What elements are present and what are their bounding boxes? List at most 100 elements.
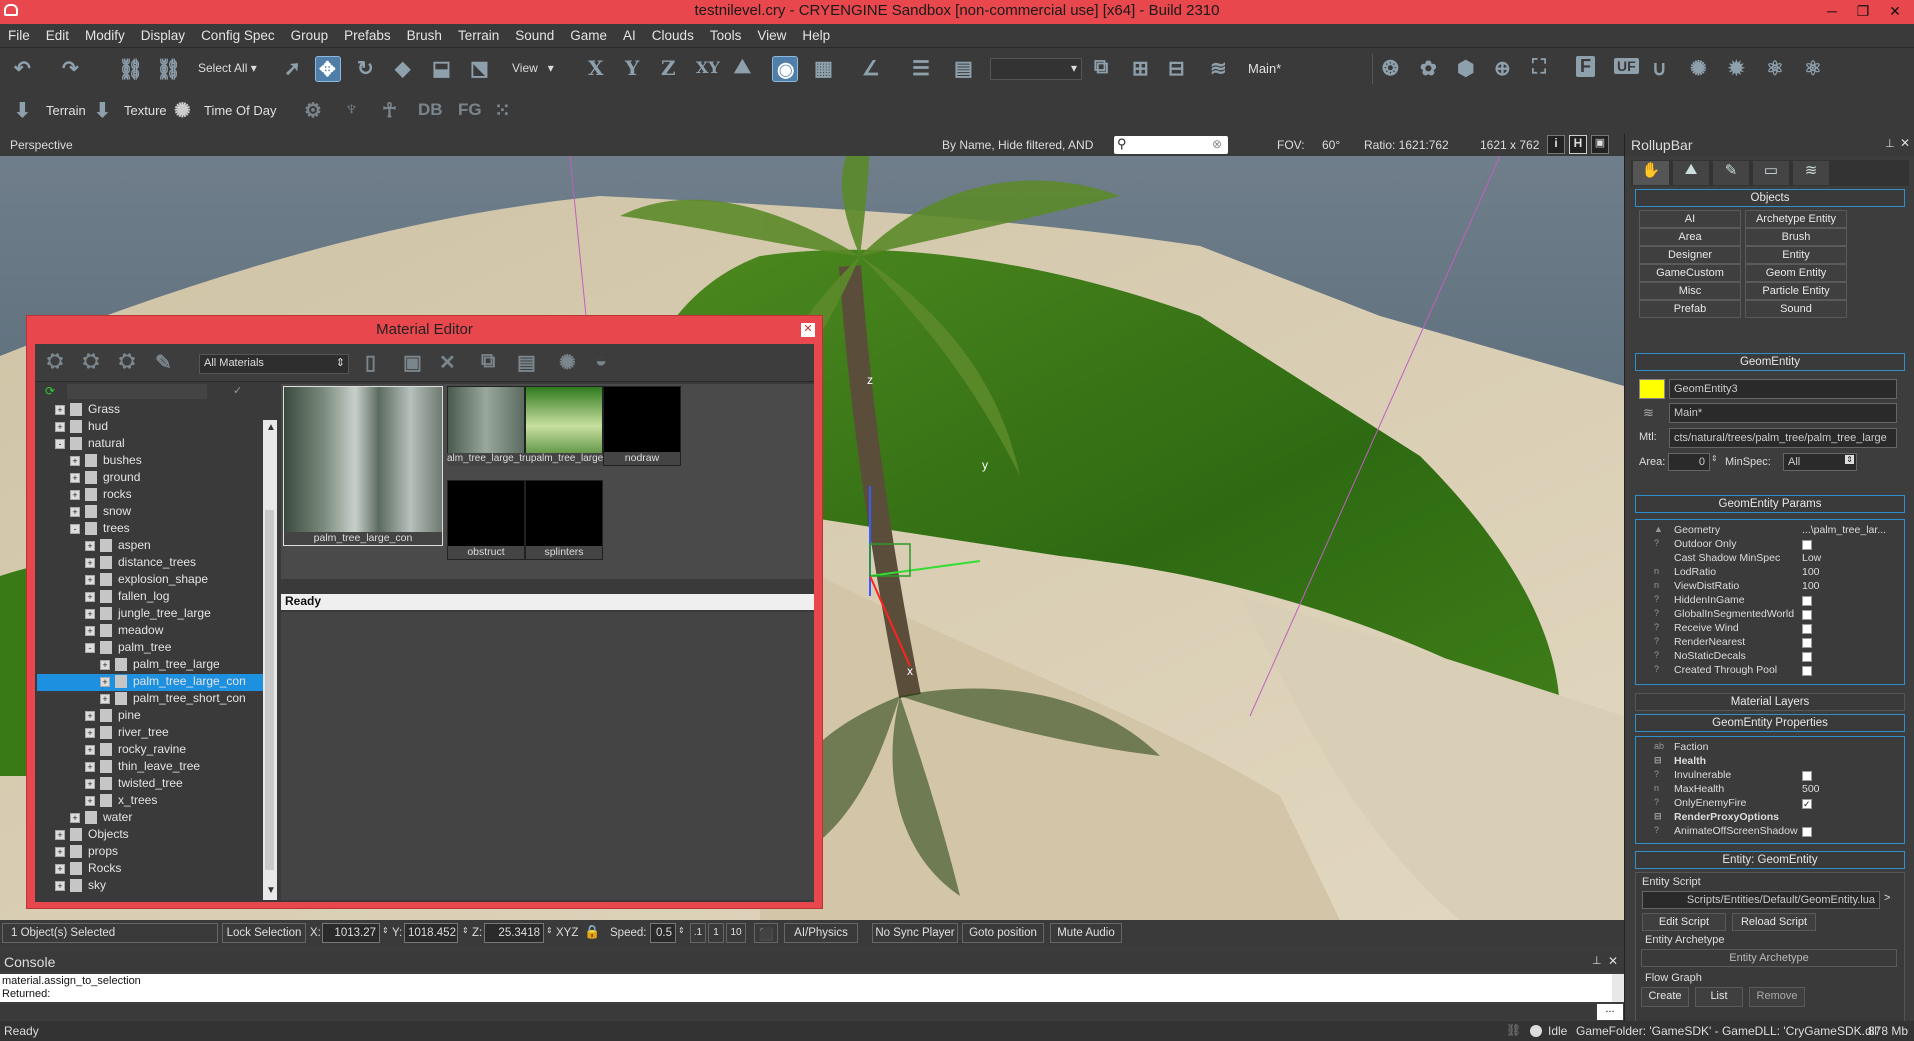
vehicle-icon[interactable]: ⬢ bbox=[1457, 56, 1474, 81]
entity-script-field[interactable]: Scripts/Entities/Default/GeomEntity.lua bbox=[1642, 891, 1880, 909]
tree-scrollbar[interactable]: ▲ ▼ bbox=[263, 420, 277, 900]
tree-item[interactable]: + palm_tree_short_con bbox=[37, 691, 263, 708]
link-icon[interactable]: ⛓ bbox=[118, 57, 143, 82]
pin-icon[interactable]: ⊥ bbox=[1885, 137, 1895, 150]
spin-icon[interactable]: ⇕ bbox=[382, 926, 389, 935]
tree-item[interactable]: + palm_tree_large bbox=[37, 657, 263, 674]
lock-icon[interactable]: 🔒 bbox=[584, 924, 600, 940]
tree-item[interactable]: + hud bbox=[37, 419, 263, 436]
axis-z-button[interactable]: Z bbox=[661, 56, 676, 80]
property-row[interactable]: ? AnimateOffScreenShadow bbox=[1640, 825, 1902, 839]
texture-button[interactable]: Texture bbox=[124, 103, 167, 118]
object-button-archetype-entity[interactable]: Archetype Entity bbox=[1745, 210, 1847, 228]
expand-icon[interactable]: + bbox=[55, 863, 65, 874]
resolution-label[interactable]: 1621 x 762 bbox=[1480, 138, 1539, 152]
select-arrow-icon[interactable]: ➚ bbox=[284, 56, 301, 81]
property-row[interactable]: ? OnlyEnemyFire ✓ bbox=[1640, 797, 1902, 811]
axis-xy-button[interactable]: XY bbox=[696, 58, 720, 77]
speed-10-button[interactable]: 10 bbox=[726, 923, 746, 943]
property-row[interactable]: ? GlobalInSegmentedWorld bbox=[1640, 608, 1902, 622]
refresh-icon[interactable]: ⟳ bbox=[45, 384, 55, 398]
info-button[interactable]: i bbox=[1547, 135, 1565, 154]
console-close-icon[interactable]: ✕ bbox=[1608, 954, 1618, 968]
expand-icon[interactable]: + bbox=[100, 676, 110, 687]
area-spinbox[interactable]: 0 bbox=[1668, 453, 1710, 471]
property-row[interactable]: ? RenderNearest bbox=[1640, 636, 1902, 650]
no-sync-player-button[interactable]: No Sync Player bbox=[872, 923, 958, 943]
menu-sound[interactable]: Sound bbox=[507, 24, 562, 43]
reload-script-button[interactable]: Reload Script bbox=[1732, 913, 1816, 931]
property-value[interactable]: 100 bbox=[1802, 566, 1820, 578]
layers-icon[interactable]: ≋ bbox=[1210, 56, 1227, 81]
maximize-viewport-icon[interactable]: ▣ bbox=[1591, 135, 1609, 154]
material-thumb[interactable]: obstruct bbox=[447, 480, 525, 560]
property-row[interactable]: n LodRatio 100 bbox=[1640, 566, 1902, 580]
collapse-icon[interactable]: - bbox=[55, 438, 65, 449]
undo-icon[interactable]: ↶ bbox=[14, 56, 31, 81]
menu-modify[interactable]: Modify bbox=[77, 24, 133, 43]
expand-icon[interactable]: + bbox=[85, 744, 95, 755]
property-row[interactable]: Cast Shadow MinSpec Low bbox=[1640, 552, 1902, 566]
menu-group[interactable]: Group bbox=[283, 24, 337, 43]
property-checkbox[interactable] bbox=[1802, 827, 1812, 837]
minimize-button[interactable]: ─ bbox=[1817, 0, 1847, 24]
object-button-misc[interactable]: Misc bbox=[1639, 282, 1741, 300]
layer-combo[interactable]: ▾ bbox=[990, 58, 1082, 80]
minspec-combo[interactable]: All ⇕ bbox=[1783, 453, 1857, 471]
expand-icon[interactable]: + bbox=[85, 710, 95, 721]
menu-terrain[interactable]: Terrain bbox=[450, 24, 507, 43]
expand-icon[interactable]: + bbox=[55, 404, 65, 415]
tree-item-selected[interactable]: + palm_tree_large_con bbox=[37, 674, 263, 691]
tree-item[interactable]: + props bbox=[37, 844, 263, 861]
rotate-icon[interactable]: ↻ bbox=[357, 56, 374, 81]
import-icon[interactable]: ⊞ bbox=[1132, 56, 1149, 81]
property-checkbox[interactable] bbox=[1802, 666, 1812, 676]
menu-view[interactable]: View bbox=[749, 24, 794, 43]
snap-icon[interactable]: ⬔ bbox=[470, 56, 489, 81]
object-button-sound[interactable]: Sound bbox=[1745, 300, 1847, 318]
property-row[interactable]: ab Faction bbox=[1640, 741, 1902, 755]
object-button-particle-entity[interactable]: Particle Entity bbox=[1745, 282, 1847, 300]
expand-icon[interactable]: + bbox=[85, 574, 95, 585]
flowgraph-list-button[interactable]: List bbox=[1695, 987, 1743, 1007]
flowgraph-f-button[interactable]: F bbox=[1576, 56, 1595, 77]
menu-config-spec[interactable]: Config Spec bbox=[193, 24, 283, 43]
menu-tools[interactable]: Tools bbox=[702, 24, 750, 43]
tree-item[interactable]: + aspen bbox=[37, 538, 263, 555]
y-coordinate-field[interactable]: 1018.452 bbox=[404, 923, 458, 943]
menu-edit[interactable]: Edit bbox=[38, 24, 77, 43]
material-thumb[interactable]: nodraw bbox=[603, 386, 681, 466]
spin-icon[interactable]: ⇕ bbox=[546, 926, 553, 935]
tree-item[interactable]: - palm_tree bbox=[37, 640, 263, 657]
property-checkbox[interactable]: ✓ bbox=[1802, 799, 1812, 809]
property-checkbox[interactable] bbox=[1802, 771, 1812, 781]
menu-file[interactable]: File bbox=[0, 24, 38, 43]
property-value[interactable]: Low bbox=[1802, 552, 1821, 564]
fov-value[interactable]: 60° bbox=[1322, 138, 1340, 152]
tree-item[interactable]: + ground bbox=[37, 470, 263, 487]
magnet-icon[interactable]: ∪ bbox=[1652, 56, 1667, 81]
current-layer-label[interactable]: Main* bbox=[1248, 61, 1281, 76]
terrain-icon[interactable]: ⛶ bbox=[1532, 56, 1546, 79]
paste-icon[interactable]: ▤ bbox=[517, 350, 536, 375]
export-icon[interactable]: ⊟ bbox=[1168, 56, 1185, 81]
grid-dots-icon[interactable]: ⁙ bbox=[494, 98, 511, 123]
entity-name-field[interactable]: GeomEntity3 bbox=[1669, 379, 1897, 399]
tree-item[interactable]: + Grass bbox=[37, 402, 263, 419]
property-row[interactable]: ▲ Geometry ...\palm_tree_lar... bbox=[1640, 524, 1902, 538]
objects-section-header[interactable]: Objects bbox=[1635, 189, 1905, 207]
fg-button[interactable]: FG bbox=[458, 100, 482, 120]
console-input[interactable] bbox=[0, 1004, 1595, 1020]
fx-icon[interactable]: ⧉ bbox=[1094, 56, 1108, 79]
property-row[interactable]: ? Created Through Pool bbox=[1640, 664, 1902, 678]
add-material-icon[interactable]: ⛭ bbox=[47, 350, 63, 373]
console-scrollbar[interactable] bbox=[1612, 974, 1624, 1002]
menu-brush[interactable]: Brush bbox=[399, 24, 450, 43]
sphere-icon[interactable]: ◒ bbox=[595, 350, 607, 373]
scale-icon[interactable]: ◆ bbox=[395, 56, 410, 81]
expand-icon[interactable]: + bbox=[55, 880, 65, 891]
property-row[interactable]: ? Outdoor Only bbox=[1640, 538, 1902, 552]
spin-icon[interactable]: ⇕ bbox=[678, 926, 685, 935]
pick-material-icon[interactable]: ✎ bbox=[155, 350, 172, 375]
character-icon[interactable]: ⊕ bbox=[1494, 56, 1511, 81]
